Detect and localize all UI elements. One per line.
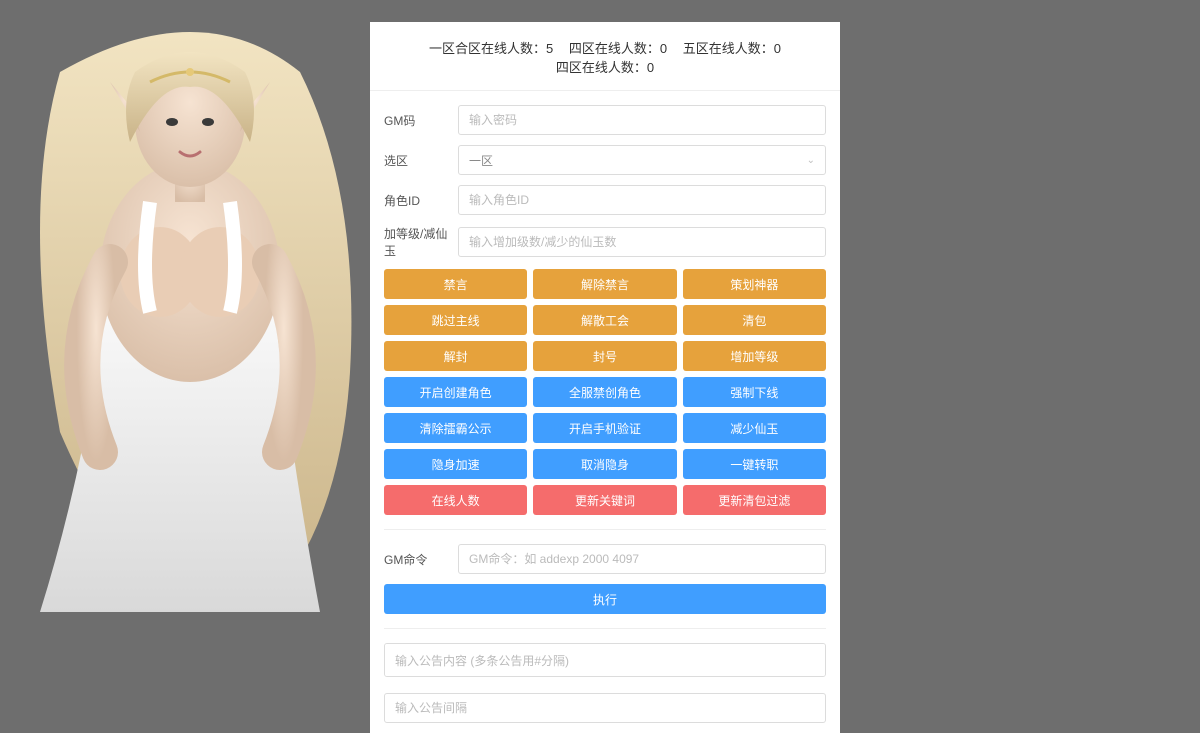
action-button-grid: 禁言 解除禁言 策划神器 跳过主线 解散工会 清包 解封 封号 增加等级 开启创… <box>384 269 826 515</box>
force-offline-button[interactable]: 强制下线 <box>683 377 826 407</box>
role-id-input[interactable] <box>458 185 826 215</box>
stat-zone4b: 四区在线人数：0 <box>556 57 654 76</box>
level-jade-label: 加等级/减仙玉 <box>384 225 458 259</box>
planner-artifact-button[interactable]: 策划神器 <box>683 269 826 299</box>
gm-form-section: GM码 选区 一区 ⌄ 角色ID 加等级/减仙玉 <box>370 91 840 733</box>
one-click-transfer-button[interactable]: 一键转职 <box>683 449 826 479</box>
execute-button[interactable]: 执行 <box>384 584 826 614</box>
section-divider-2 <box>384 628 826 629</box>
stat-zone4a: 四区在线人数：0 <box>569 38 667 57</box>
reduce-jade-button[interactable]: 减少仙玉 <box>683 413 826 443</box>
update-clear-filter-button[interactable]: 更新清包过滤 <box>683 485 826 515</box>
enable-phone-verify-button[interactable]: 开启手机验证 <box>533 413 676 443</box>
unban-button[interactable]: 解封 <box>384 341 527 371</box>
gm-code-input[interactable] <box>458 105 826 135</box>
unmute-button[interactable]: 解除禁言 <box>533 269 676 299</box>
online-stats-bar: 一区合区在线人数：5 四区在线人数：0 五区在线人数：0 四区在线人数：0 <box>370 22 840 91</box>
mute-button[interactable]: 禁言 <box>384 269 527 299</box>
gm-cmd-input[interactable] <box>458 544 826 574</box>
ban-button[interactable]: 封号 <box>533 341 676 371</box>
zone-select[interactable]: 一区 ⌄ <box>458 145 826 175</box>
gm-admin-panel: 一区合区在线人数：5 四区在线人数：0 五区在线人数：0 四区在线人数：0 GM… <box>370 22 840 733</box>
stat-zone5: 五区在线人数：0 <box>683 38 781 57</box>
skip-main-button[interactable]: 跳过主线 <box>384 305 527 335</box>
clear-arena-button[interactable]: 清除擂霸公示 <box>384 413 527 443</box>
zone-label: 选区 <box>384 152 458 169</box>
zone-select-value: 一区 <box>469 152 493 169</box>
clear-bag-button[interactable]: 清包 <box>683 305 826 335</box>
announce-content-input[interactable] <box>384 643 826 677</box>
stat-zone1: 一区合区在线人数：5 <box>429 38 553 57</box>
character-illustration <box>0 12 390 612</box>
announce-interval-input[interactable] <box>384 693 826 723</box>
add-level-button[interactable]: 增加等级 <box>683 341 826 371</box>
disable-create-role-button[interactable]: 全服禁创角色 <box>533 377 676 407</box>
update-keywords-button[interactable]: 更新关键词 <box>533 485 676 515</box>
level-jade-input[interactable] <box>458 227 826 257</box>
gm-cmd-label: GM命令 <box>384 551 458 568</box>
gm-code-label: GM码 <box>384 112 458 129</box>
stealth-speed-button[interactable]: 隐身加速 <box>384 449 527 479</box>
online-count-button[interactable]: 在线人数 <box>384 485 527 515</box>
section-divider <box>384 529 826 530</box>
role-id-label: 角色ID <box>384 192 458 209</box>
chevron-down-icon: ⌄ <box>807 155 815 166</box>
cancel-stealth-button[interactable]: 取消隐身 <box>533 449 676 479</box>
enable-create-role-button[interactable]: 开启创建角色 <box>384 377 527 407</box>
disband-guild-button[interactable]: 解散工会 <box>533 305 676 335</box>
